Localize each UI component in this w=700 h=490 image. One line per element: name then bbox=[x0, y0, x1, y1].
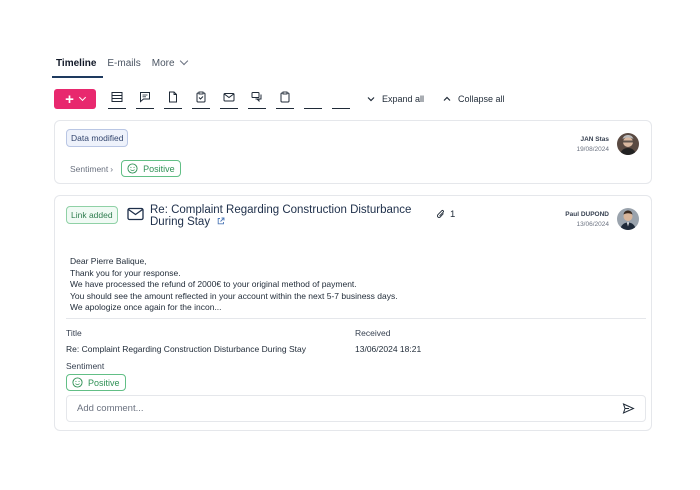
avatar-photo-icon bbox=[617, 133, 639, 155]
tool-document[interactable] bbox=[164, 89, 182, 109]
received-field: Received 13/06/2024 18:21 bbox=[355, 328, 421, 354]
author-date: 19/08/2024 bbox=[576, 146, 609, 153]
email-body-line: We have processed the refund of 2000€ to… bbox=[70, 279, 357, 290]
email-title-line2-text: During Stay bbox=[150, 216, 211, 228]
title-value: Re: Complaint Regarding Construction Dis… bbox=[66, 344, 307, 354]
attachment-count: 1 bbox=[450, 209, 456, 220]
tool-task[interactable] bbox=[192, 89, 210, 109]
email-body-line: We apologize once again for the incon... bbox=[70, 302, 222, 313]
author-info: JAN Stas 19/08/2024 bbox=[576, 135, 609, 155]
add-button[interactable]: + bbox=[54, 89, 96, 109]
timeline-entry-data-modified[interactable]: Data modified Sentiment › Positive JAN S… bbox=[54, 120, 652, 184]
sentiment-row: Sentiment › Positive bbox=[70, 160, 181, 177]
email-body-line: Dear Pierre Balique, bbox=[70, 256, 147, 266]
tab-emails[interactable]: E-mails bbox=[103, 54, 147, 78]
envelope-icon bbox=[223, 93, 235, 102]
expand-all-label: Expand all bbox=[382, 94, 425, 104]
avatar-photo-icon bbox=[617, 208, 639, 230]
clipboard-check-icon bbox=[196, 91, 206, 103]
timeline-toolbar: + Expand all Collapse all bbox=[54, 88, 505, 110]
event-badge: Link added bbox=[66, 206, 118, 224]
chevron-down-icon bbox=[78, 93, 86, 101]
sentiment-value: Positive bbox=[88, 377, 120, 388]
comment-input[interactable] bbox=[77, 403, 622, 414]
sentiment-value: Positive bbox=[143, 163, 175, 174]
sentiment-field: Sentiment Positive bbox=[66, 361, 126, 393]
tab-emails-label: E-mails bbox=[107, 58, 141, 69]
comment-box bbox=[66, 395, 646, 422]
chat-icon bbox=[251, 92, 262, 103]
calendar-grid-icon bbox=[111, 92, 123, 102]
email-title-line2: During Stay bbox=[150, 216, 420, 228]
sentiment-badge: Positive bbox=[66, 374, 126, 391]
avatar bbox=[617, 208, 639, 230]
tool-blank-1[interactable] bbox=[304, 89, 322, 109]
sentiment-label: Sentiment bbox=[66, 361, 105, 371]
tool-clipboard[interactable] bbox=[276, 89, 294, 109]
email-body-line: You should see the amount reflected in y… bbox=[70, 290, 398, 301]
envelope-icon bbox=[127, 207, 144, 221]
divider bbox=[66, 318, 646, 319]
author-info: Paul DUPOND 13/06/2024 bbox=[565, 210, 609, 230]
title-field: Title Re: Complaint Regarding Constructi… bbox=[66, 328, 306, 354]
smiley-icon bbox=[72, 377, 83, 388]
tool-blank-2[interactable] bbox=[332, 89, 350, 109]
avatar bbox=[617, 133, 639, 155]
author-name: JAN Stas bbox=[580, 136, 609, 143]
chevron-down-icon bbox=[179, 56, 188, 66]
send-icon[interactable] bbox=[622, 402, 635, 415]
chevron-down-icon bbox=[367, 97, 375, 102]
collapse-all-label: Collapse all bbox=[458, 94, 505, 104]
email-title-line1: Re: Complaint Regarding Construction Dis… bbox=[150, 204, 412, 216]
expand-all-button[interactable]: Expand all bbox=[366, 94, 424, 104]
clipboard-icon bbox=[280, 91, 290, 103]
tab-bar: Timeline E-mails More bbox=[52, 54, 194, 78]
chevron-right-icon: › bbox=[110, 163, 114, 174]
tool-chat[interactable] bbox=[248, 89, 266, 109]
received-label: Received bbox=[355, 328, 391, 338]
tab-more-label: More bbox=[151, 58, 175, 69]
paperclip-icon bbox=[436, 210, 444, 218]
message-icon bbox=[140, 92, 150, 103]
author-name: Paul DUPOND bbox=[565, 211, 609, 218]
chevron-up-icon bbox=[443, 96, 451, 101]
received-value: 13/06/2024 18:21 bbox=[355, 344, 422, 354]
tool-email[interactable] bbox=[220, 89, 238, 109]
document-icon bbox=[169, 91, 177, 103]
email-body-line: Thank you for your response. bbox=[70, 267, 181, 278]
tool-calendar[interactable] bbox=[108, 89, 126, 109]
tab-timeline[interactable]: Timeline bbox=[52, 54, 104, 78]
collapse-all-button[interactable]: Collapse all bbox=[442, 94, 505, 104]
event-badge: Data modified bbox=[66, 129, 129, 147]
plus-icon: + bbox=[65, 90, 74, 108]
tab-more[interactable]: More bbox=[148, 54, 194, 78]
sentiment-label: Sentiment bbox=[70, 163, 109, 174]
timeline-entry-email[interactable]: Link added Re: Complaint Regarding Const… bbox=[54, 195, 652, 431]
author-date: 13/06/2024 bbox=[576, 221, 609, 228]
attachments[interactable]: 1 bbox=[436, 209, 455, 220]
email-title[interactable]: Re: Complaint Regarding Construction Dis… bbox=[150, 204, 420, 228]
smiley-icon bbox=[127, 163, 138, 174]
email-body: Dear Pierre Balique, Thank you for your … bbox=[70, 256, 398, 314]
tool-message[interactable] bbox=[136, 89, 154, 109]
external-link-icon[interactable] bbox=[217, 217, 225, 225]
title-label: Title bbox=[66, 328, 82, 338]
sentiment-badge: Positive bbox=[121, 160, 181, 177]
tab-timeline-label: Timeline bbox=[56, 58, 97, 69]
